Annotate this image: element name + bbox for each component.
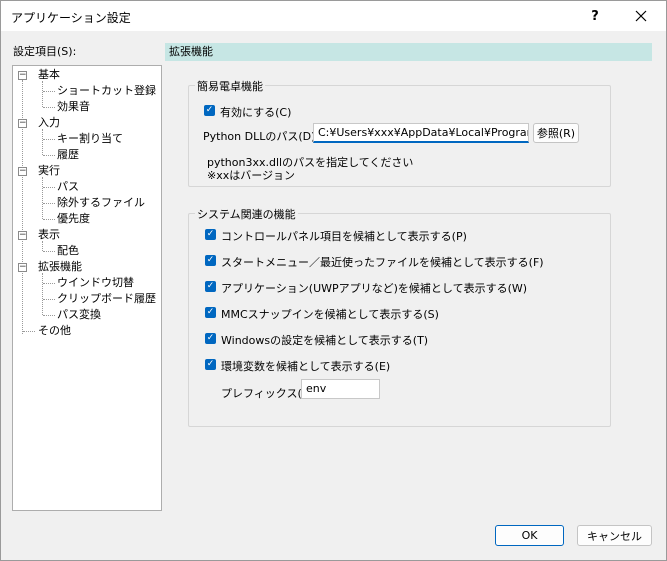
tree-item-clipboard[interactable]: クリップボード履歴 [57, 291, 156, 307]
tree-item-input[interactable]: 入力 [38, 115, 60, 131]
tree-guide [42, 273, 43, 315]
window-title: アプリケーション設定 [11, 11, 131, 25]
close-button[interactable] [627, 5, 655, 27]
tree-item-exclude[interactable]: 除外するファイル [57, 195, 145, 211]
prefix-input[interactable]: env [301, 379, 380, 399]
tree-guide [43, 91, 55, 92]
tree-item-priority[interactable]: 優先度 [57, 211, 90, 227]
collapse-icon[interactable]: − [18, 167, 27, 176]
tree-item-history[interactable]: 履歴 [57, 147, 79, 163]
enable-calc-label[interactable]: 有効にする(C) [220, 104, 291, 120]
settings-tree[interactable]: − 基本 ショートカット登録 効果音 − 入力 キー割り当て 履歴 − 実行 パ… [12, 65, 162, 511]
collapse-icon[interactable]: − [18, 231, 27, 240]
tree-guide [43, 107, 55, 108]
tree-guide [43, 251, 55, 252]
collapse-icon[interactable]: − [18, 263, 27, 272]
calc-group-label: 簡易電卓機能 [195, 78, 265, 94]
cancel-button[interactable]: キャンセル [577, 525, 652, 546]
env-vars-label[interactable]: 環境変数を候補として表示する(E) [221, 358, 390, 374]
tree-item-path[interactable]: パス [57, 179, 79, 195]
collapse-icon[interactable]: − [18, 71, 27, 80]
tree-guide [43, 219, 55, 220]
title-bar: アプリケーション設定 ? [1, 1, 666, 31]
ok-button[interactable]: OK [495, 525, 564, 546]
uwp-apps-checkbox[interactable]: ✓ [205, 281, 216, 292]
windows-settings-label[interactable]: Windowsの設定を候補として表示する(T) [221, 332, 428, 348]
tree-item-path-convert[interactable]: パス変換 [57, 307, 101, 323]
control-panel-checkbox[interactable]: ✓ [205, 229, 216, 240]
mmc-snapin-checkbox[interactable]: ✓ [205, 307, 216, 318]
browse-button[interactable]: 参照(R) [533, 123, 579, 143]
env-vars-checkbox[interactable]: ✓ [205, 359, 216, 370]
close-icon [635, 10, 647, 22]
tree-guide [43, 299, 55, 300]
tree-item-window-switch[interactable]: ウインドウ切替 [57, 275, 134, 291]
tree-item-colors[interactable]: 配色 [57, 243, 79, 259]
tree-guide [43, 283, 55, 284]
tree-guide [23, 331, 35, 332]
collapse-icon[interactable]: − [18, 119, 27, 128]
tree-item-extensions[interactable]: 拡張機能 [38, 259, 82, 275]
start-menu-label[interactable]: スタートメニュー／最近使ったファイルを候補として表示する(F) [221, 254, 544, 270]
tree-guide [43, 203, 55, 204]
tree-guide [43, 315, 55, 316]
tree-item-keymap[interactable]: キー割り当て [57, 131, 123, 147]
tree-guide [42, 177, 43, 219]
tree-item-other[interactable]: その他 [38, 323, 71, 339]
help-button[interactable]: ? [581, 5, 609, 27]
system-group-label: システム関連の機能 [195, 206, 298, 222]
windows-settings-checkbox[interactable]: ✓ [205, 333, 216, 344]
version-hint: ※xxはバージョン [207, 169, 296, 182]
dll-path-label: Python DLLのパス(D): [203, 130, 320, 143]
tree-item-execute[interactable]: 実行 [38, 163, 60, 179]
section-header: 拡張機能 [165, 43, 652, 61]
tree-guide [43, 155, 55, 156]
tree-item-sound[interactable]: 効果音 [57, 99, 90, 115]
tree-guide [43, 139, 55, 140]
enable-calc-checkbox[interactable]: ✓ [204, 105, 215, 116]
uwp-apps-label[interactable]: アプリケーション(UWPアプリなど)を候補として表示する(W) [221, 280, 527, 296]
settings-dialog: アプリケーション設定 ? 設定項目(S): − 基本 ショートカット登録 効果音… [0, 0, 667, 561]
tree-item-shortcut[interactable]: ショートカット登録 [57, 83, 156, 99]
tree-label: 設定項目(S): [13, 45, 77, 58]
tree-guide [43, 187, 55, 188]
tree-guide [42, 129, 43, 155]
tree-item-basic[interactable]: 基本 [38, 67, 60, 83]
mmc-snapin-label[interactable]: MMCスナップインを候補として表示する(S) [221, 306, 439, 322]
start-menu-checkbox[interactable]: ✓ [205, 255, 216, 266]
dll-path-input[interactable]: C:¥Users¥xxx¥AppData¥Local¥Programs¥P [313, 123, 529, 143]
tree-guide [42, 81, 43, 107]
control-panel-label[interactable]: コントロールパネル項目を候補として表示する(P) [221, 228, 467, 244]
tree-item-display[interactable]: 表示 [38, 227, 60, 243]
